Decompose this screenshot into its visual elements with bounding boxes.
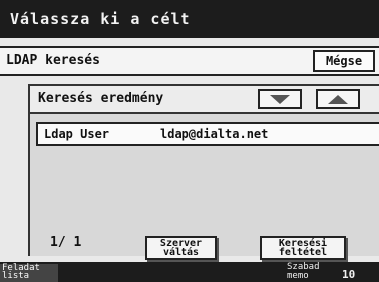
job-list-label-2: lista [2,271,30,281]
cancel-button-label: Mégse [325,54,363,68]
result-row[interactable]: Ldap User ldap@dialta.net [36,122,379,146]
results-header: Keresés eredmény [30,86,379,114]
ldap-search-header: LDAP keresés Mégse [0,46,379,76]
page-title: Válassza ki a célt [10,10,191,28]
footer-bar: Feladat lista Szabad memo 10 [0,262,379,282]
cancel-button[interactable]: Mégse [313,50,375,72]
results-title: Keresés eredmény [38,91,164,106]
search-results-panel: Keresés eredmény Ldap User ldap@dialta.n… [28,84,379,260]
search-criteria-button[interactable]: Keresési feltétel [260,236,346,260]
switch-server-label-2: váltás [162,247,200,258]
result-name: Ldap User [44,127,110,141]
switch-server-button[interactable]: Szerver váltás [145,236,217,260]
free-memory-label: Szabad memo [287,263,320,281]
scroll-up-button[interactable] [316,89,360,109]
triangle-up-icon [328,94,348,104]
scroll-down-button[interactable] [258,89,302,109]
free-memory-line-2: memo [287,271,309,281]
search-criteria-label-2: feltétel [278,247,328,258]
screen: Válassza ki a célt LDAP keresés Mégse Ke… [0,0,379,282]
result-email: ldap@dialta.net [160,127,269,141]
triangle-down-icon [270,94,290,104]
ldap-search-label: LDAP keresés [6,53,100,68]
free-memory-value: 10 [342,268,356,281]
job-list-tab[interactable]: Feladat lista [0,264,58,282]
title-bar: Válassza ki a célt [0,0,379,38]
page-indicator: 1/ 1 [50,235,82,250]
